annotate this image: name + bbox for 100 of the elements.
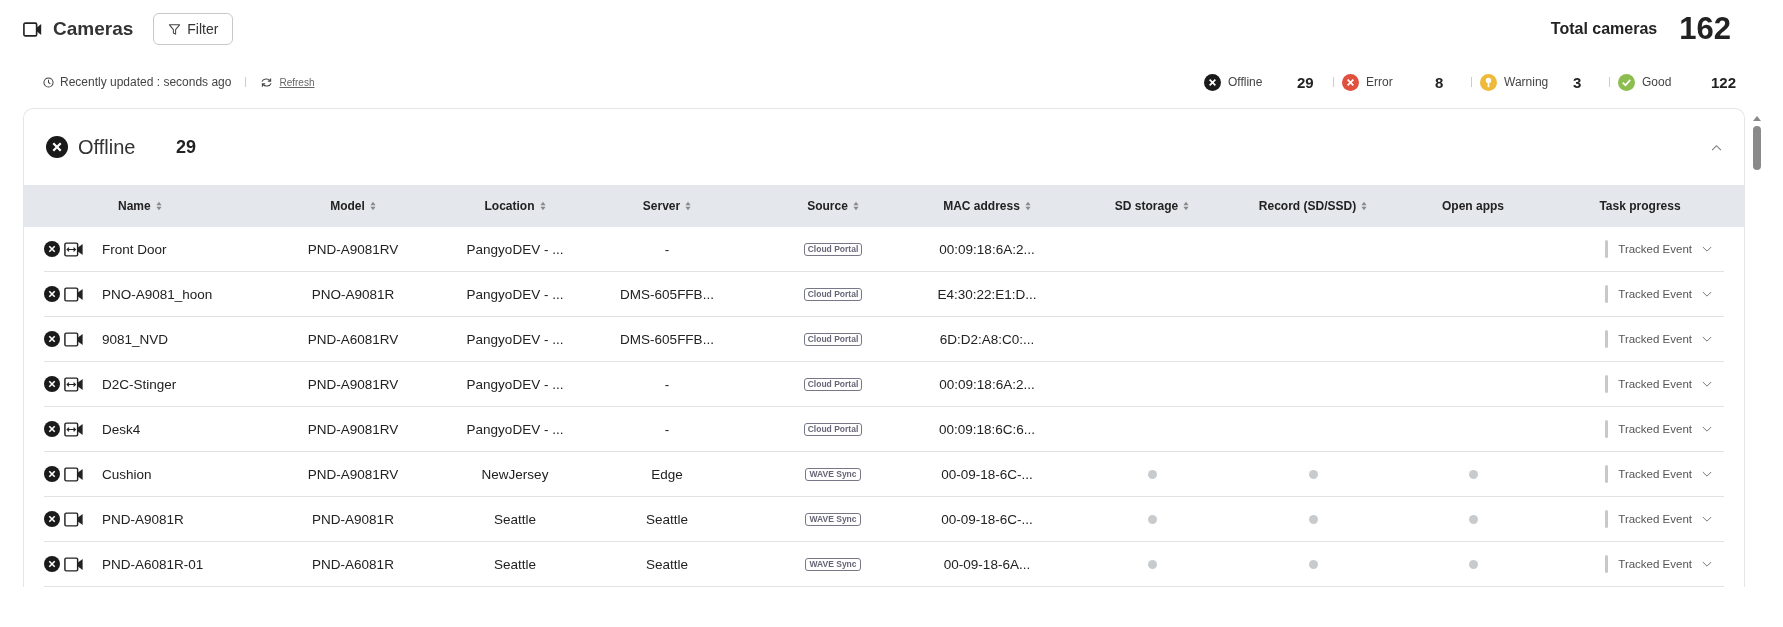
camera-name[interactable]: PND-A9081R bbox=[100, 511, 184, 527]
camera-icon bbox=[23, 21, 43, 37]
model-cell: PND-A9081RV bbox=[307, 376, 399, 392]
offline-status-icon bbox=[44, 286, 60, 302]
location-cell: PangyoDEV - ... bbox=[466, 421, 564, 437]
scroll-up-icon[interactable] bbox=[1753, 116, 1761, 121]
column-header[interactable]: Server bbox=[642, 199, 692, 213]
column-header[interactable]: Location bbox=[484, 199, 546, 213]
source-tag: Cloud Portal bbox=[803, 422, 863, 436]
server-cell: Edge bbox=[651, 466, 683, 482]
location-cell: PangyoDEV - ... bbox=[466, 241, 564, 257]
task-progress-text: Tracked Event bbox=[1618, 378, 1692, 390]
server-cell: DMS-605FFB... bbox=[620, 286, 714, 302]
status-label: Error bbox=[1366, 75, 1394, 89]
location-cell: PangyoDEV - ... bbox=[466, 376, 564, 392]
status-count: 29 bbox=[1297, 73, 1315, 91]
funnel-icon bbox=[168, 22, 182, 36]
source-tag: Cloud Portal bbox=[803, 377, 863, 391]
server-cell: Seattle bbox=[646, 556, 688, 572]
column-header[interactable]: Record (SD/SSD) bbox=[1258, 199, 1368, 213]
column-header[interactable]: Open apps bbox=[1442, 199, 1504, 213]
offline-status-icon bbox=[44, 466, 60, 482]
location-cell: PangyoDEV - ... bbox=[466, 331, 564, 347]
page-title: Cameras bbox=[53, 18, 134, 40]
server-cell: DMS-605FFB... bbox=[620, 331, 714, 347]
server-cell: - bbox=[664, 421, 670, 437]
clock-icon bbox=[43, 76, 54, 88]
status-count: 8 bbox=[1435, 73, 1445, 91]
source-tag: Cloud Portal bbox=[803, 242, 863, 256]
model-cell: PND-A6081RV bbox=[307, 331, 399, 347]
chevron-down-icon[interactable] bbox=[1702, 335, 1712, 343]
offline-status-icon bbox=[44, 376, 60, 392]
camera-name[interactable]: PND-A6081R-01 bbox=[100, 556, 204, 572]
column-header[interactable]: Task progress bbox=[1599, 199, 1681, 213]
server-cell: - bbox=[664, 376, 670, 392]
offline-status-icon bbox=[44, 331, 60, 347]
column-header[interactable]: Model bbox=[330, 199, 376, 213]
camera-name[interactable]: D2C-Stinger bbox=[100, 376, 177, 392]
chevron-icon[interactable] bbox=[1711, 143, 1722, 151]
chevron-down-icon[interactable] bbox=[1702, 560, 1712, 568]
task-progress-text: Tracked Event bbox=[1618, 558, 1692, 570]
status-count: 3 bbox=[1573, 73, 1583, 91]
chevron-down-icon[interactable] bbox=[1702, 245, 1712, 253]
column-header[interactable]: MAC address bbox=[943, 199, 1031, 213]
camera-name[interactable]: 9081_NVD bbox=[100, 331, 169, 347]
source-tag: WAVE Sync bbox=[805, 512, 861, 526]
mac-address-cell: 00:09:18:6A:2... bbox=[939, 376, 1035, 392]
source-tag: WAVE Sync bbox=[805, 557, 861, 571]
task-progress-text: Tracked Event bbox=[1618, 288, 1692, 300]
mac-address-cell: 00-09-18-6C-... bbox=[941, 511, 1033, 527]
location-cell: Seattle bbox=[494, 556, 536, 572]
source-tag: WAVE Sync bbox=[805, 467, 861, 481]
camera-name[interactable]: PNO-A9081_hoon bbox=[100, 286, 213, 302]
camera-name[interactable]: Desk4 bbox=[100, 421, 141, 437]
status-count: 122 bbox=[1711, 73, 1738, 91]
status-label: Offline bbox=[1228, 75, 1264, 89]
chevron-down-icon[interactable] bbox=[1702, 380, 1712, 388]
model-cell: PND-A9081RV bbox=[307, 466, 399, 482]
filter-button[interactable]: Filter bbox=[153, 13, 234, 45]
model-cell: PND-A9081R bbox=[312, 511, 394, 527]
chevron-down-icon[interactable] bbox=[1702, 290, 1712, 298]
camera-name[interactable]: Front Door bbox=[100, 241, 167, 257]
refresh-icon bbox=[260, 76, 274, 88]
status-label: Warning bbox=[1504, 75, 1550, 89]
mac-address-cell: 00-09-18-6C-... bbox=[941, 466, 1033, 482]
status-label: Good bbox=[1642, 75, 1673, 89]
task-progress-text: Tracked Event bbox=[1618, 513, 1692, 525]
scrollbar-thumb[interactable] bbox=[1753, 126, 1761, 170]
offline-status-icon bbox=[44, 511, 60, 527]
task-progress-text: Tracked Event bbox=[1618, 423, 1692, 435]
group-title: Offline bbox=[78, 135, 137, 159]
model-cell: PND-A9081RV bbox=[307, 421, 399, 437]
source-tag: Cloud Portal bbox=[803, 287, 863, 301]
column-header[interactable]: SD storage bbox=[1114, 199, 1190, 213]
location-cell: NewJersey bbox=[481, 466, 549, 482]
model-cell: PND-A9081RV bbox=[307, 241, 399, 257]
task-progress-text: Tracked Event bbox=[1618, 243, 1692, 255]
location-cell: Seattle bbox=[494, 511, 536, 527]
chevron-down-icon[interactable] bbox=[1702, 425, 1712, 433]
group-count: 29 bbox=[176, 136, 197, 158]
column-header[interactable]: Source bbox=[807, 199, 859, 213]
offline-status-icon bbox=[44, 556, 60, 572]
server-cell: - bbox=[664, 241, 670, 257]
model-cell: PND-A6081R bbox=[312, 556, 394, 572]
offline-status-icon bbox=[44, 241, 60, 257]
mac-address-cell: 6D:D2:A8:C0:... bbox=[939, 331, 1035, 347]
source-tag: Cloud Portal bbox=[803, 332, 863, 346]
offline-status-icon bbox=[44, 421, 60, 437]
refresh-link[interactable]: Refresh bbox=[279, 76, 315, 88]
chevron-down-icon[interactable] bbox=[1702, 470, 1712, 478]
column-header[interactable]: Name bbox=[118, 199, 162, 213]
task-progress-text: Tracked Event bbox=[1618, 333, 1692, 345]
mac-address-cell: 00:09:18:6A:2... bbox=[939, 241, 1035, 257]
server-cell: Seattle bbox=[646, 511, 688, 527]
task-progress-text: Tracked Event bbox=[1618, 468, 1692, 480]
update-time: Recently updated : seconds ago bbox=[60, 75, 232, 89]
total-label: Total cameras bbox=[1550, 20, 1658, 38]
camera-name[interactable]: Cushion bbox=[100, 466, 152, 482]
model-cell: PNO-A9081R bbox=[311, 286, 395, 302]
chevron-down-icon[interactable] bbox=[1702, 515, 1712, 523]
